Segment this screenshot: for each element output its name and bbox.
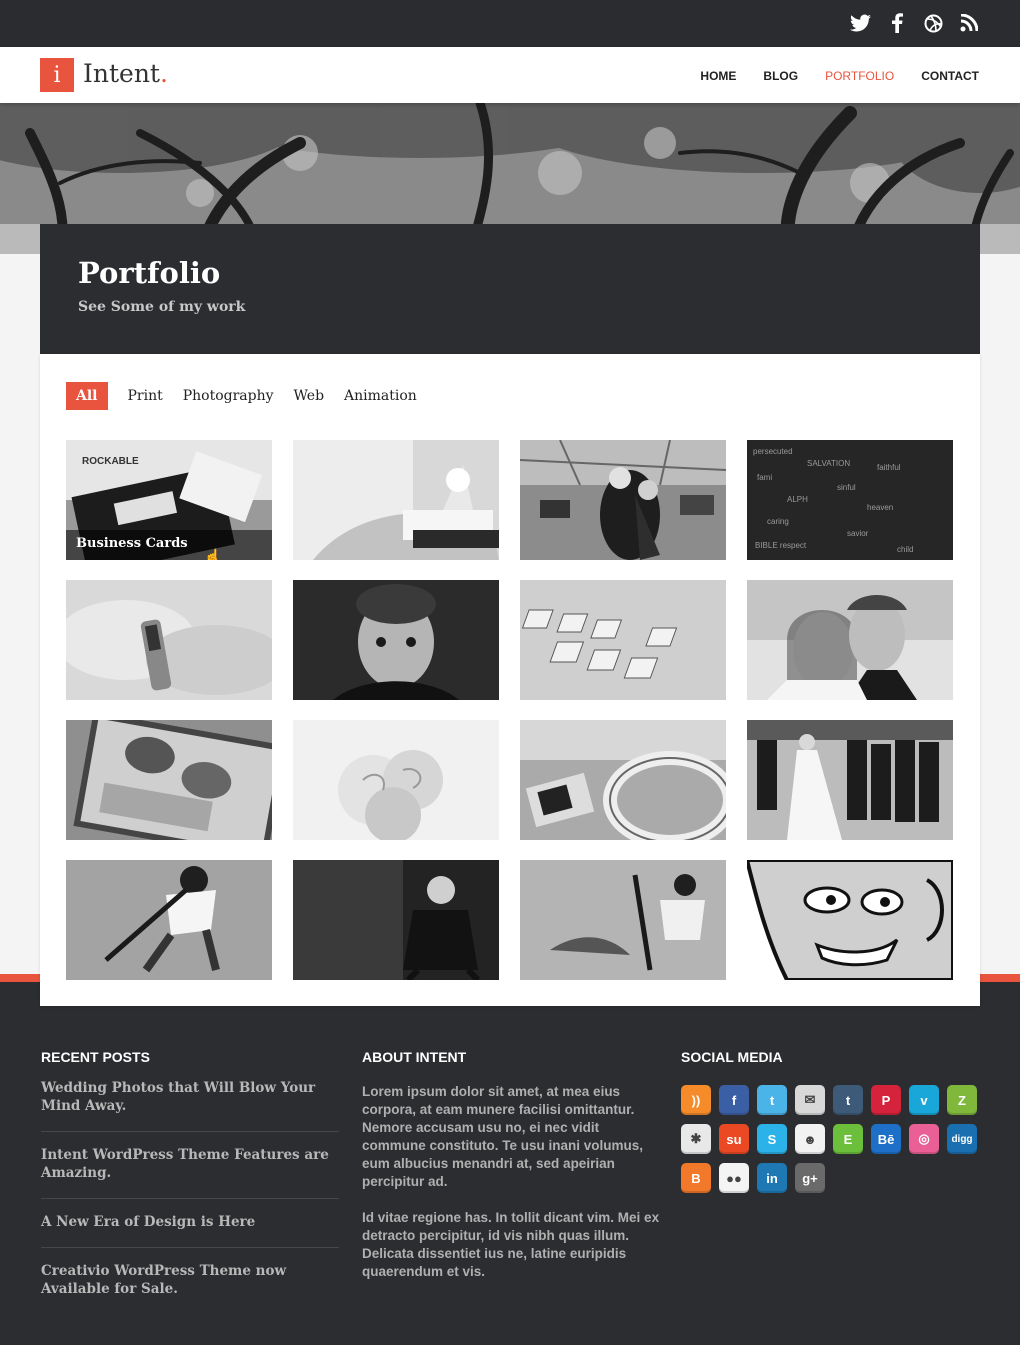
svg-text:child: child <box>897 545 913 554</box>
blogger-icon[interactable]: B <box>681 1163 711 1193</box>
twitter-icon[interactable] <box>850 12 872 34</box>
portfolio-item[interactable] <box>520 580 726 700</box>
pointer-cursor-icon: ☝ <box>204 548 222 560</box>
pinterest-icon[interactable]: P <box>871 1085 901 1115</box>
filter-animation[interactable]: Animation <box>334 382 427 410</box>
recent-posts-heading: RECENT POSTS <box>41 1049 150 1065</box>
tumblr-icon[interactable]: t <box>833 1085 863 1115</box>
logo-letter: i <box>53 62 61 88</box>
main-nav: HOME BLOG PORTFOLIO CONTACT <box>700 69 979 83</box>
nav-blog[interactable]: BLOG <box>763 69 798 83</box>
googleplus-icon[interactable]: g+ <box>795 1163 825 1193</box>
recent-post-item: Intent WordPress Theme Features are Amaz… <box>41 1132 339 1199</box>
svg-text:BIBLE respect: BIBLE respect <box>755 541 807 550</box>
site-footer: RECENT POSTS Wedding Photos that Will Bl… <box>0 982 1020 1345</box>
rss-icon[interactable]: )) <box>681 1085 711 1115</box>
about-section: ABOUT INTENT Lorem ipsum dolor sit amet,… <box>362 1049 662 1281</box>
logo-text[interactable]: Intent. <box>83 59 168 88</box>
logo-name: Intent <box>83 59 160 88</box>
nav-contact[interactable]: CONTACT <box>921 69 979 83</box>
svg-text:savior: savior <box>847 529 869 538</box>
dribbble-icon[interactable] <box>922 12 944 34</box>
nav-portfolio[interactable]: PORTFOLIO <box>825 69 894 83</box>
facebook-icon[interactable] <box>886 12 908 34</box>
recent-post-link[interactable]: Creativio WordPress Theme now Available … <box>41 1263 286 1297</box>
filter-print[interactable]: Print <box>118 382 173 410</box>
portfolio-item[interactable] <box>520 440 726 560</box>
evernote-icon[interactable]: E <box>833 1124 863 1154</box>
portfolio-item[interactable] <box>66 720 272 840</box>
svg-text:ALPH: ALPH <box>787 495 808 504</box>
about-paragraph: Lorem ipsum dolor sit amet, at mea eius … <box>362 1084 644 1189</box>
portfolio-panel: All Print Photography Web Animation ROCK… <box>40 354 980 1006</box>
dribbble-icon[interactable]: ◎ <box>909 1124 939 1154</box>
portfolio-item[interactable] <box>293 440 499 560</box>
logo-mark[interactable]: i <box>40 58 74 92</box>
portfolio-item[interactable] <box>747 860 953 980</box>
recent-post-item: Wedding Photos that Will Blow Your Mind … <box>41 1065 339 1132</box>
top-bar <box>0 0 1020 47</box>
portfolio-item[interactable] <box>747 580 953 700</box>
portfolio-item[interactable] <box>66 580 272 700</box>
portfolio-item[interactable] <box>520 720 726 840</box>
logo-dot: . <box>159 59 168 88</box>
recent-post-item: Creativio WordPress Theme now Available … <box>41 1248 339 1314</box>
social-media-heading: SOCIAL MEDIA <box>681 1049 783 1065</box>
svg-text:fami: fami <box>757 473 772 482</box>
linkedin-icon[interactable]: in <box>757 1163 787 1193</box>
recent-post-link[interactable]: Intent WordPress Theme Features are Amaz… <box>41 1147 329 1181</box>
filter-web[interactable]: Web <box>284 382 335 410</box>
portfolio-item[interactable] <box>747 720 953 840</box>
behance-icon[interactable]: Bē <box>871 1124 901 1154</box>
svg-text:sinful: sinful <box>837 483 856 492</box>
recent-post-item: A New Era of Design is Here <box>41 1199 339 1248</box>
digg-icon[interactable]: digg <box>947 1124 977 1154</box>
portfolio-filters: All Print Photography Web Animation <box>66 382 427 410</box>
recent-post-link[interactable]: Wedding Photos that Will Blow Your Mind … <box>41 1080 315 1114</box>
portfolio-item-business-cards[interactable]: ROCKABLE Business Cards ☝ <box>66 440 272 560</box>
zerply-icon[interactable]: Z <box>947 1085 977 1115</box>
recent-posts: RECENT POSTS Wedding Photos that Will Bl… <box>41 1049 339 1314</box>
svg-text:heaven: heaven <box>867 503 893 512</box>
reddit-icon[interactable]: ☻ <box>795 1124 825 1154</box>
recent-post-link[interactable]: A New Era of Design is Here <box>41 1214 255 1230</box>
portfolio-grid: ROCKABLE Business Cards ☝ persecuted SALV… <box>66 440 953 980</box>
svg-text:persecuted: persecuted <box>753 447 793 456</box>
skype-icon[interactable]: S <box>757 1124 787 1154</box>
svg-text:faithful: faithful <box>877 463 901 472</box>
portfolio-item[interactable] <box>520 860 726 980</box>
email-icon[interactable]: ✉ <box>795 1085 825 1115</box>
flickr-icon[interactable]: ●● <box>719 1163 749 1193</box>
page-subtitle: See Some of my work <box>78 299 246 315</box>
vimeo-icon[interactable]: v <box>909 1085 939 1115</box>
social-icon-grid: )) f t ✉ t Pv Z ✱ su S ☻ E Bē ◎ digg B ●● in g+ <box>681 1085 981 1193</box>
filter-all[interactable]: All <box>66 382 108 410</box>
filter-photography[interactable]: Photography <box>173 382 284 410</box>
portfolio-item[interactable] <box>293 860 499 980</box>
page-title-block: Portfolio See Some of my work <box>40 224 980 354</box>
portfolio-item-caption: Business Cards <box>66 530 272 560</box>
portfolio-item[interactable] <box>293 580 499 700</box>
about-paragraph: Id vitae regione has. In tollit dicant v… <box>362 1210 660 1279</box>
portfolio-item[interactable] <box>66 860 272 980</box>
svg-text:ROCKABLE: ROCKABLE <box>82 456 139 467</box>
social-media-section: SOCIAL MEDIA )) f t ✉ t Pv Z ✱ su S ☻ E Bē ◎ digg B ●● in… <box>681 1049 981 1193</box>
picasa-icon[interactable]: ✱ <box>681 1124 711 1154</box>
facebook-icon[interactable]: f <box>719 1085 749 1115</box>
stumbleupon-icon[interactable]: su <box>719 1124 749 1154</box>
site-header: i Intent. HOME BLOG PORTFOLIO CONTACT <box>0 47 1020 103</box>
page-title: Portfolio <box>78 256 221 290</box>
about-heading: ABOUT INTENT <box>362 1049 467 1065</box>
svg-text:SALVATION: SALVATION <box>807 459 850 468</box>
portfolio-item[interactable] <box>293 720 499 840</box>
twitter-icon[interactable]: t <box>757 1085 787 1115</box>
rss-icon[interactable] <box>958 12 980 34</box>
portfolio-item[interactable]: persecuted SALVATION faithful fami sinful ALP… <box>747 440 953 560</box>
top-social-links <box>850 12 980 34</box>
nav-home[interactable]: HOME <box>700 69 736 83</box>
svg-text:caring: caring <box>767 517 789 526</box>
